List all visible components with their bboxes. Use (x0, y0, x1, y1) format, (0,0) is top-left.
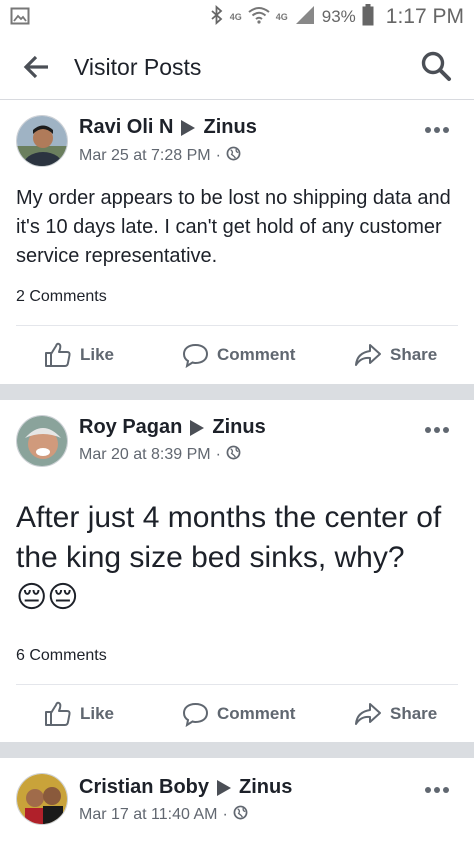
arrow-right-icon (181, 119, 196, 136)
clock: 1:17 PM (385, 5, 464, 28)
share-button[interactable]: Share (354, 327, 437, 383)
post-target-page[interactable]: Zinus (203, 116, 256, 139)
avatar[interactable] (16, 115, 68, 167)
thumbs-up-icon (45, 342, 71, 367)
like-button[interactable]: Like (44, 327, 114, 383)
action-separator (16, 325, 458, 326)
post-card: Cristian Boby Zinus Mar 17 at 11:40 AM · (0, 758, 474, 842)
avatar[interactable] (16, 415, 68, 467)
post-author[interactable]: Ravi Oli N (79, 116, 173, 139)
post-card: Roy Pagan Zinus Mar 20 at 8:39 PM · Afte… (0, 400, 474, 741)
arrow-right-icon (217, 779, 232, 796)
post-text: After just 4 months the center of the ki… (16, 498, 458, 618)
more-dots-icon (425, 427, 449, 433)
battery-icon (362, 3, 374, 31)
comment-button[interactable]: Comment (182, 686, 295, 742)
post-target-page[interactable]: Zinus (212, 416, 265, 439)
meta-separator: · (215, 446, 221, 463)
status-bar: 4G 4G 93% 1:17 PM (0, 0, 474, 34)
lte-badge: 4G (275, 11, 288, 22)
like-button[interactable]: Like (44, 686, 114, 742)
post-timestamp[interactable]: Mar 17 at 11:40 AM (79, 806, 217, 824)
post-text-content: After just 4 months the center of the ki… (16, 501, 442, 574)
post-target-page[interactable]: Zinus (239, 776, 292, 799)
more-dots-icon (425, 127, 449, 133)
gallery-notification-icon (10, 6, 30, 31)
post-text: My order appears to be lost no shipping … (16, 187, 451, 267)
more-dots-icon (425, 787, 449, 793)
avatar[interactable] (16, 773, 68, 825)
post-timestamp[interactable]: Mar 25 at 7:28 PM (79, 147, 211, 165)
battery-percent: 93% (321, 7, 356, 26)
share-arrow-icon (355, 703, 381, 725)
app-bar: Visitor Posts (0, 34, 474, 100)
post-author[interactable]: Roy Pagan (79, 416, 182, 439)
share-button[interactable]: Share (354, 686, 437, 742)
thumbs-up-icon (45, 701, 71, 726)
more-options-button[interactable] (424, 421, 450, 435)
page-title: Visitor Posts (74, 54, 202, 80)
comments-count-link[interactable]: 6 Comments (16, 647, 107, 665)
comment-button[interactable]: Comment (182, 327, 295, 383)
comment-label: Comment (217, 704, 296, 723)
search-button[interactable] (420, 50, 452, 82)
bluetooth-icon (210, 4, 224, 30)
action-separator (16, 684, 458, 685)
back-button[interactable] (22, 52, 52, 82)
share-label: Share (390, 704, 438, 723)
more-options-button[interactable] (424, 781, 450, 795)
post-action-bar: Like Comment Share (0, 686, 474, 742)
arrow-right-icon (190, 419, 205, 436)
like-label: Like (80, 345, 115, 364)
signal-strength-icon (294, 5, 316, 30)
post-author[interactable]: Cristian Boby (79, 776, 209, 799)
share-label: Share (390, 345, 438, 364)
globe-icon (226, 445, 241, 465)
comments-count-link[interactable]: 2 Comments (16, 288, 107, 306)
comment-bubble-icon (182, 343, 209, 368)
search-icon (421, 51, 451, 81)
share-arrow-icon (355, 344, 381, 366)
comment-label: Comment (217, 345, 296, 364)
meta-separator: · (215, 147, 221, 164)
wifi-icon (248, 6, 270, 29)
post-divider (0, 384, 474, 400)
globe-icon (226, 146, 241, 166)
post-card: Ravi Oli N Zinus Mar 25 at 7:28 PM · My … (0, 101, 474, 383)
post-action-bar: Like Comment Share (0, 327, 474, 383)
like-label: Like (80, 704, 115, 723)
post-divider (0, 742, 474, 758)
arrow-left-icon (23, 55, 48, 79)
meta-separator: · (222, 806, 228, 823)
comment-bubble-icon (182, 702, 209, 727)
more-options-button[interactable] (424, 121, 450, 135)
post-timestamp[interactable]: Mar 20 at 8:39 PM (79, 446, 211, 464)
network-type-badge: 4G (229, 11, 242, 22)
emoji-pensive-icon: 😔😔 (16, 581, 79, 614)
globe-icon (233, 805, 248, 825)
